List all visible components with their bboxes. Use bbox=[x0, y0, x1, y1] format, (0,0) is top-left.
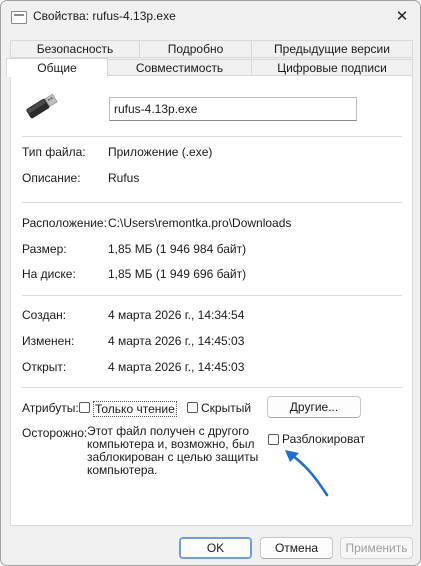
other-attributes-button[interactable]: Другие... bbox=[267, 396, 361, 418]
separator bbox=[22, 295, 402, 296]
close-button[interactable]: ✕ bbox=[384, 1, 420, 31]
close-icon: ✕ bbox=[395, 8, 409, 25]
cancel-button[interactable]: Отмена bbox=[260, 537, 333, 559]
readonly-checkbox[interactable] bbox=[79, 402, 90, 413]
accessed-value: 4 марта 2026 г., 14:45:03 bbox=[108, 360, 245, 374]
location-value: C:\Users\remontka.pro\Downloads bbox=[108, 216, 292, 230]
file-type-value: Приложение (.exe) bbox=[108, 145, 213, 159]
window-title: Свойства: rufus-4.13p.exe bbox=[33, 9, 176, 23]
tab-details[interactable]: Подробно bbox=[139, 40, 252, 58]
created-value: 4 марта 2026 г., 14:34:54 bbox=[108, 308, 245, 322]
created-label: Создан: bbox=[22, 308, 67, 322]
disk-size-label: На диске: bbox=[22, 267, 76, 281]
properties-window: Свойства: rufus-4.13p.exe ✕ Безопасность… bbox=[0, 0, 421, 566]
location-label: Расположение: bbox=[22, 216, 107, 230]
description-value: Rufus bbox=[108, 171, 140, 185]
hidden-label[interactable]: Скрытый bbox=[201, 401, 251, 415]
description-label: Описание: bbox=[22, 171, 81, 185]
properties-window-icon bbox=[11, 11, 27, 24]
modified-label: Изменен: bbox=[22, 334, 75, 348]
separator bbox=[22, 387, 402, 388]
disk-size-value: 1,85 МБ (1 949 696 байт) bbox=[108, 267, 247, 281]
file-type-label: Тип файла: bbox=[22, 145, 86, 159]
tab-security[interactable]: Безопасность bbox=[10, 40, 140, 58]
size-value: 1,85 МБ (1 946 984 байт) bbox=[108, 242, 247, 256]
file-name-input[interactable] bbox=[109, 97, 357, 121]
usb-drive-icon bbox=[26, 93, 58, 119]
unblock-label[interactable]: Разблокироват bbox=[282, 432, 365, 446]
readonly-label[interactable]: Только чтение bbox=[93, 401, 177, 417]
separator bbox=[22, 202, 402, 203]
unblock-checkbox[interactable] bbox=[268, 434, 279, 445]
apply-button[interactable]: Применить bbox=[340, 537, 413, 559]
separator bbox=[22, 136, 402, 137]
size-label: Размер: bbox=[22, 242, 67, 256]
ok-button[interactable]: OK bbox=[179, 537, 252, 559]
title-bar: Свойства: rufus-4.13p.exe ✕ bbox=[1, 1, 420, 33]
accessed-label: Открыт: bbox=[22, 360, 67, 374]
hidden-checkbox[interactable] bbox=[187, 402, 198, 413]
modified-value: 4 марта 2026 г., 14:45:03 bbox=[108, 334, 245, 348]
caution-label: Осторожно: bbox=[22, 426, 88, 440]
tab-general[interactable]: Общие bbox=[6, 58, 108, 77]
attributes-label: Атрибуты: bbox=[22, 401, 79, 415]
caution-text: Этот файл получен с другого компьютера и… bbox=[87, 424, 259, 477]
annotation-arrow-icon bbox=[285, 450, 329, 497]
general-tab-panel: Тип файла: Приложение (.exe) Описание: R… bbox=[10, 75, 413, 526]
tab-previous-versions[interactable]: Предыдущие версии bbox=[251, 40, 413, 58]
